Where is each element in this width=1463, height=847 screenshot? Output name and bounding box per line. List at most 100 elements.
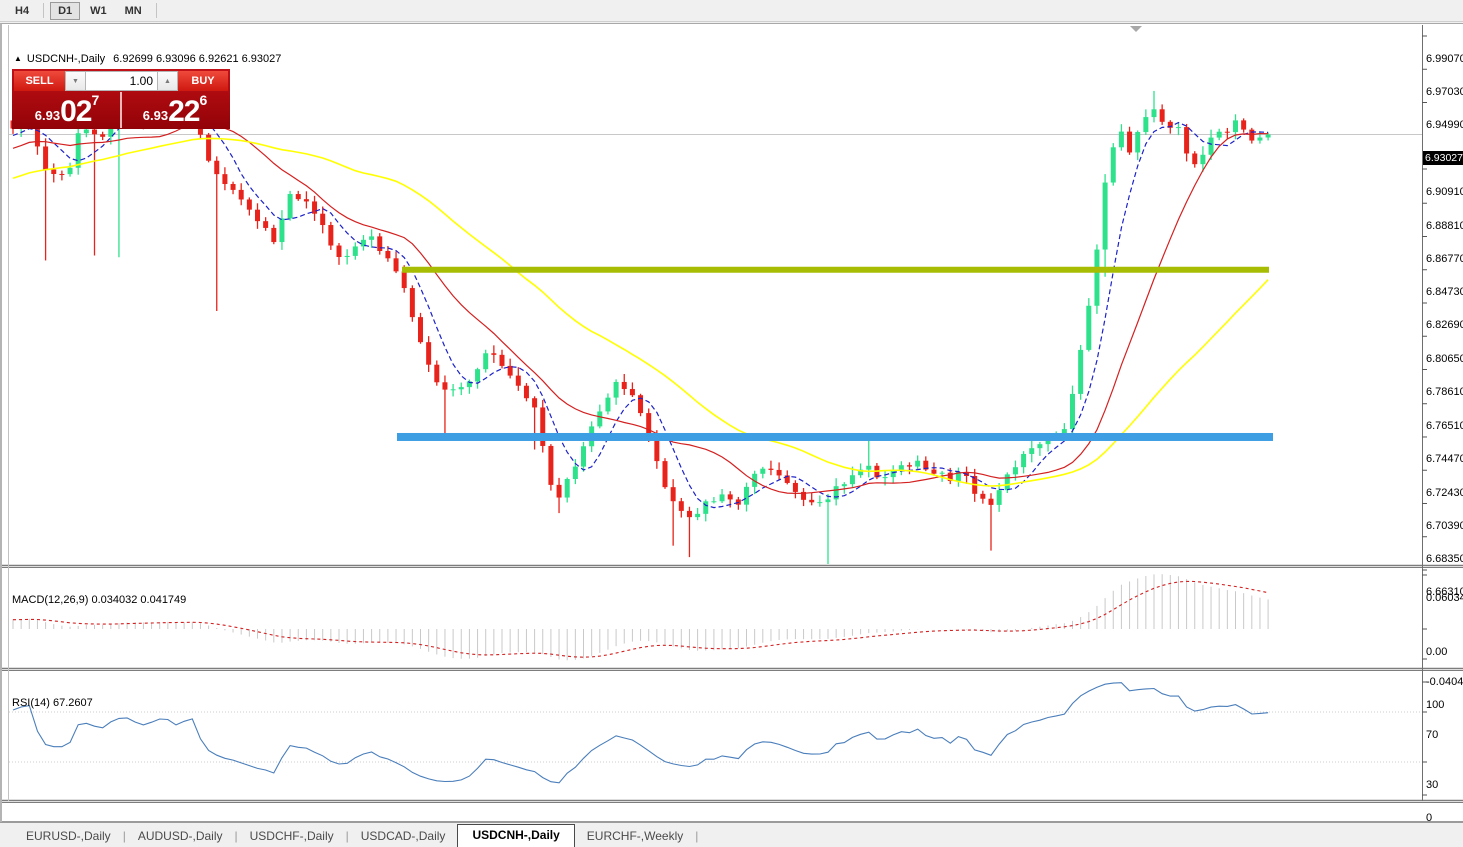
candle-body <box>418 317 423 343</box>
candle-body <box>695 513 701 518</box>
candle-body <box>572 466 578 480</box>
candle-body <box>768 468 774 470</box>
candle-body <box>303 199 309 202</box>
candle-body <box>491 353 497 355</box>
macd-axis-label: -0.040415 <box>1426 675 1463 688</box>
candle-body <box>83 129 89 134</box>
candle-body <box>613 381 619 398</box>
candle-body <box>744 486 749 505</box>
tab-audusd-daily[interactable]: AUDUSD-,Daily <box>126 826 235 847</box>
candle-body <box>279 218 285 243</box>
rsi-indicator-label: RSI(14) 67.2607 <box>12 697 93 709</box>
tab-eurusd-daily[interactable]: EURUSD-,Daily <box>14 826 123 847</box>
sell-price-pips: 02 <box>60 95 92 128</box>
candle-body <box>629 389 635 396</box>
candle-body <box>214 160 220 175</box>
macd-axis-label: 0.060342 <box>1426 591 1463 604</box>
price-axis-label: 6.88810 <box>1426 219 1463 232</box>
candle-body <box>882 477 888 479</box>
timeframe-toolbar: H4 D1 W1 MN <box>0 0 1463 22</box>
candle-body <box>271 227 277 243</box>
chart-ohlc-values: 6.92699 6.93096 6.92621 6.93027 <box>113 53 282 65</box>
candle-body <box>385 250 391 259</box>
price-axis-label: 6.84730 <box>1426 286 1463 299</box>
candle-body <box>1241 120 1247 130</box>
candle-body <box>1257 137 1263 141</box>
buy-price-display[interactable]: 6.93 22 6 <box>122 92 228 128</box>
candle-body <box>890 470 896 478</box>
candle-body <box>711 501 717 503</box>
buy-button[interactable]: BUY <box>178 71 228 91</box>
sell-button[interactable]: SELL <box>14 71 65 91</box>
volume-decrease-button[interactable]: ▼ <box>65 71 86 91</box>
candle-body <box>532 398 538 408</box>
candle-body <box>1200 154 1206 165</box>
candle-body <box>1078 349 1084 394</box>
buy-price-point: 6 <box>199 92 208 108</box>
candle-body <box>776 469 782 476</box>
candle-body <box>1265 134 1271 138</box>
hline-resistance[interactable] <box>402 266 1269 273</box>
candle-body <box>760 468 766 474</box>
candle-body <box>792 482 798 492</box>
candle-body <box>352 246 358 256</box>
current-price-tag: 6.93027 <box>1423 150 1463 165</box>
hline-support[interactable] <box>397 432 1273 441</box>
candle-body <box>434 364 440 383</box>
candle-body <box>475 369 481 382</box>
candle-body <box>841 484 847 487</box>
rsi-axis-label: 70 <box>1426 728 1439 741</box>
candle-body <box>939 472 945 474</box>
timeframe-button-w1[interactable]: W1 <box>82 2 115 20</box>
candle-body <box>1061 429 1067 434</box>
candle-body <box>458 387 464 390</box>
candle-body <box>931 469 937 474</box>
price-axis-label: 6.86770 <box>1426 252 1463 265</box>
candle-body <box>678 501 684 511</box>
candle-body <box>988 498 994 505</box>
timeframe-button-h4[interactable]: H4 <box>7 2 37 20</box>
candle-body <box>1135 132 1141 153</box>
tab-usdcad-daily[interactable]: USDCAD-,Daily <box>349 826 458 847</box>
mt4-terminal: H4 D1 W1 MN ▲ USDCNH-,Daily 6.92699 6.93096 6… <box>0 0 1463 847</box>
price-axis-label: 6.74470 <box>1426 453 1463 466</box>
candle-body <box>556 484 562 498</box>
candle-body <box>662 461 668 488</box>
candle-body <box>312 201 318 214</box>
candle-body <box>1118 131 1124 148</box>
candle-body <box>295 194 301 200</box>
collapse-panel-icon[interactable]: ▲ <box>14 54 22 63</box>
candle-body <box>1151 109 1157 118</box>
candle-body <box>377 236 383 251</box>
chart-canvas[interactable] <box>2 24 1463 823</box>
candle-body <box>483 353 489 370</box>
candle-body <box>1175 127 1181 129</box>
tab-usdchf-daily[interactable]: USDCHF-,Daily <box>238 826 346 847</box>
candle-body <box>1029 448 1035 454</box>
timeframe-button-d1[interactable]: D1 <box>50 1 81 20</box>
tab-separator: | <box>695 829 699 843</box>
candle-body <box>727 494 733 500</box>
candle-body <box>866 465 872 470</box>
candle-body <box>287 194 293 219</box>
candle-body <box>1012 467 1018 475</box>
macd-indicator-label: MACD(12,26,9) 0.034032 0.041749 <box>12 594 187 606</box>
volume-increase-button[interactable]: ▲ <box>157 71 178 91</box>
volume-input[interactable] <box>86 71 157 91</box>
tab-eurchf-weekly[interactable]: EURCHF-,Weekly <box>575 826 695 847</box>
candle-body <box>51 169 57 174</box>
price-axis-label: 6.72430 <box>1426 486 1463 499</box>
sell-price-point: 7 <box>91 92 100 108</box>
candle-body <box>1216 131 1222 138</box>
tab-usdcnh-daily[interactable]: USDCNH-,Daily <box>457 824 575 847</box>
candle-body <box>1021 453 1027 468</box>
candle-body <box>92 129 97 135</box>
candle-body <box>336 245 342 258</box>
candle-body <box>825 499 831 503</box>
candle-body <box>1037 444 1043 449</box>
candle-body <box>328 225 334 246</box>
chart-symbol-label: USDCNH-,Daily <box>26 53 106 65</box>
timeframe-button-mn[interactable]: MN <box>117 2 150 20</box>
sell-price-display[interactable]: 6.93 02 7 <box>14 92 120 128</box>
candle-body <box>1110 147 1116 183</box>
